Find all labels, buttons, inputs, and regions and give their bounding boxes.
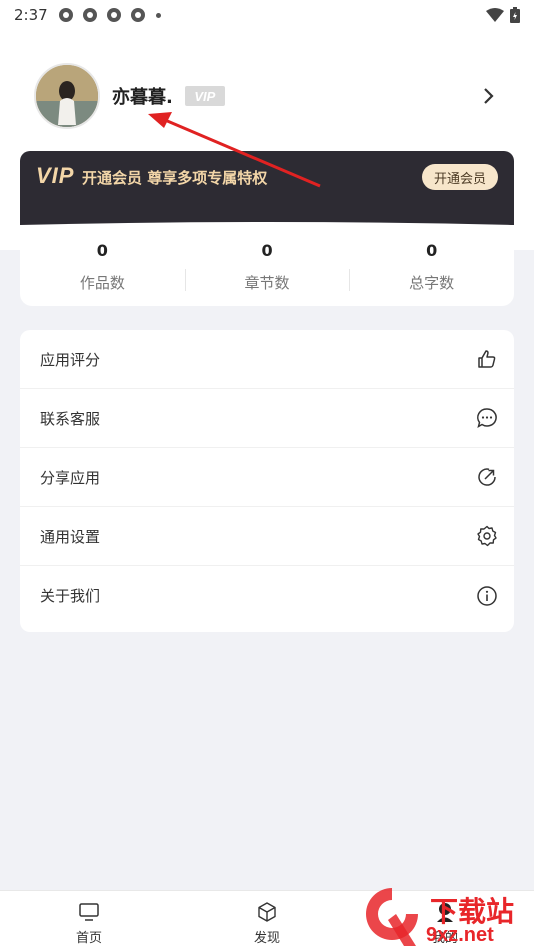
status-bar: 2:37 xyxy=(0,0,534,30)
more-notifications-dot xyxy=(155,12,161,18)
stat-label: 章节数 xyxy=(244,274,290,292)
avatar[interactable] xyxy=(34,63,100,129)
stat-words[interactable]: 0 总字数 xyxy=(349,241,514,293)
menu-item-label: 应用评分 xyxy=(40,350,101,369)
stat-label: 作品数 xyxy=(79,274,125,292)
status-time: 2:37 xyxy=(14,6,48,24)
menu-item-label: 联系客服 xyxy=(40,409,101,428)
menu-item-contact-support[interactable]: 联系客服 xyxy=(20,389,514,448)
profile-row[interactable]: 亦暮暮. VIP xyxy=(34,62,504,130)
menu-item-general-settings[interactable]: 通用设置 xyxy=(20,507,514,566)
battery-icon xyxy=(510,7,520,23)
notification-icon xyxy=(58,8,73,22)
chat-bubble-icon xyxy=(477,408,497,429)
tab-discover[interactable]: 发现 xyxy=(178,891,356,950)
stat-label: 总字数 xyxy=(409,274,455,292)
notification-icon xyxy=(82,8,97,22)
stat-works[interactable]: 0 作品数 xyxy=(20,241,185,293)
stat-value: 0 xyxy=(426,241,438,260)
info-icon xyxy=(477,585,497,606)
stat-chapters[interactable]: 0 章节数 xyxy=(184,241,350,293)
watermark: 下载站 9xz.net xyxy=(360,884,534,950)
watermark-logo xyxy=(366,888,418,946)
menu-item-label: 通用设置 xyxy=(40,527,101,546)
tab-home[interactable]: 首页 xyxy=(0,891,178,950)
settings-menu: 应用评分 联系客服 分享应用 通用设置 关于我们 xyxy=(20,330,514,632)
tab-label: 首页 xyxy=(75,931,102,946)
vip-promo-text: 开通会员 尊享多项专属特权 xyxy=(82,169,268,187)
stat-value: 0 xyxy=(96,241,108,260)
menu-item-rate-app[interactable]: 应用评分 xyxy=(20,330,514,389)
share-icon xyxy=(478,468,496,486)
vip-badge: VIP xyxy=(184,86,225,106)
vip-logo: VIP xyxy=(36,163,75,188)
menu-item-share-app[interactable]: 分享应用 xyxy=(20,448,514,507)
menu-item-label: 分享应用 xyxy=(40,468,101,487)
thumbs-up-icon xyxy=(478,350,496,368)
tab-label: 发现 xyxy=(253,931,280,946)
stat-value: 0 xyxy=(261,241,273,260)
watermark-url: 9xz.net xyxy=(426,924,494,946)
wifi-icon xyxy=(486,8,504,22)
monitor-icon xyxy=(79,903,99,921)
notification-icon xyxy=(130,8,145,22)
notification-icon xyxy=(106,8,121,22)
avatar-image xyxy=(36,65,98,127)
gear-icon xyxy=(477,525,497,547)
cube-icon xyxy=(258,902,276,922)
menu-item-about-us[interactable]: 关于我们 xyxy=(20,566,514,625)
chevron-right-icon[interactable] xyxy=(478,86,498,106)
username: 亦暮暮. xyxy=(112,87,173,108)
menu-item-label: 关于我们 xyxy=(40,587,101,605)
stats-panel: 0 作品数 0 章节数 0 总字数 xyxy=(20,228,514,306)
open-membership-button[interactable]: 开通会员 xyxy=(421,164,498,190)
